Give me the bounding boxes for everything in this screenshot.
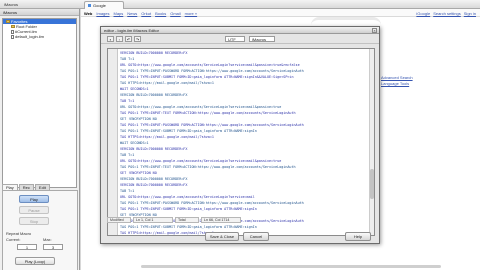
play-loop-button[interactable]: Play (Loop) — [15, 257, 55, 265]
tree-item-default-login[interactable]: default_login.iim — [3, 34, 76, 39]
redo-icon[interactable]: ↷ — [134, 36, 141, 42]
sign-in-link[interactable]: Sign in — [464, 11, 476, 16]
pause-button[interactable]: Pause — [19, 206, 49, 214]
play-button[interactable]: Play — [19, 195, 49, 203]
encoding-select[interactable]: UTF — [225, 36, 245, 42]
google-account-links: iGoogle Search settings Sign in — [413, 11, 476, 16]
nav-books[interactable]: Books — [155, 11, 166, 16]
language-tools-link[interactable]: Language Tools — [381, 81, 409, 86]
save-close-button[interactable]: Save & Close — [205, 232, 239, 241]
editor-scrollbar[interactable] — [369, 49, 374, 235]
cancel-button[interactable]: Cancel — [243, 232, 269, 241]
line-gutter — [108, 49, 118, 235]
file-icon — [11, 34, 14, 39]
status-total-label: Total — [175, 217, 199, 223]
status-modified: Modified — [107, 217, 131, 223]
close-icon[interactable]: × — [372, 28, 377, 33]
dialog-title: editor - login.iim iMacros Editor — [104, 28, 159, 33]
repeat-macro-label: Repeat Macro — [6, 231, 32, 236]
current-loop-field: 1 — [17, 244, 37, 250]
undo-icon[interactable]: ↶ — [125, 36, 132, 42]
current-label: Current: — [6, 237, 21, 242]
save-icon[interactable]: ▪ — [107, 36, 114, 42]
status-position: Ln 1, Col 1 — [133, 217, 173, 223]
imacros-sidebar: iMacros Favorites Root Folder #Current.i… — [0, 9, 80, 270]
nav-web[interactable]: Web — [84, 11, 92, 16]
macro-editor-dialog: editor - login.iim iMacros Editor × ▪ ▫ … — [100, 26, 380, 244]
max-label: Max: — [43, 237, 52, 242]
nav-more[interactable]: more » — [185, 11, 197, 16]
search-settings-link[interactable]: Search settings — [433, 11, 461, 16]
editor-status-bar: Modified Ln 1, Col 1 Total Ln 66, Col 17… — [101, 217, 381, 224]
folder-icon — [11, 25, 15, 29]
code-area[interactable]: VERSION BUILD=7000000 RECORDER=FX TAB T=1… — [120, 50, 366, 235]
browser-tab-title: Google — [93, 3, 106, 8]
igoogle-link[interactable]: iGoogle — [416, 11, 430, 16]
status-bar — [141, 265, 441, 268]
dialog-titlebar: editor - login.iim iMacros Editor × — [101, 27, 379, 34]
open-icon[interactable]: ▫ — [116, 36, 123, 42]
play-tab-body: Play Pause Stop Repeat Macro Current: Ma… — [2, 190, 78, 270]
scrollbar-thumb[interactable] — [370, 169, 374, 199]
code-editor[interactable]: VERSION BUILD=7000000 RECORDER=FX TAB T=1… — [107, 48, 375, 236]
syntax-select[interactable]: iMacros — [249, 36, 275, 42]
nav-maps[interactable]: Maps — [114, 11, 124, 16]
nav-news[interactable]: News — [127, 11, 137, 16]
help-button[interactable]: Help — [345, 232, 371, 241]
tree-item-label: default_login.iim — [15, 34, 44, 39]
nav-orkut[interactable]: Orkut — [141, 11, 151, 16]
google-bar: Web Images Maps News Orkut Books Gmail more » i… — [81, 9, 480, 17]
nav-images[interactable]: Images — [96, 11, 109, 16]
status-total: Ln 66, Col 1714 — [201, 217, 241, 223]
folder-icon — [6, 20, 10, 24]
nav-gmail[interactable]: Gmail — [170, 11, 180, 16]
macro-tree[interactable]: Favorites Root Folder #Current.iim defau… — [2, 18, 77, 188]
stop-button[interactable]: Stop — [19, 217, 49, 225]
window-titlebar: iMacros Google — [0, 0, 480, 9]
window-title: iMacros — [4, 2, 19, 7]
imacros-panel-header: iMacros — [0, 9, 79, 16]
tab-favicon-icon — [88, 4, 91, 8]
google-nav: Web Images Maps News Orkut Books Gmail more » — [84, 11, 201, 16]
advanced-search-link[interactable]: Advanced Search — [381, 75, 413, 80]
browser-tab[interactable]: Google — [84, 1, 124, 9]
editor-toolbar: ▪ ▫ ↶ ↷ UTF iMacros — [101, 34, 379, 44]
max-loop-input[interactable]: 3 — [43, 244, 63, 250]
